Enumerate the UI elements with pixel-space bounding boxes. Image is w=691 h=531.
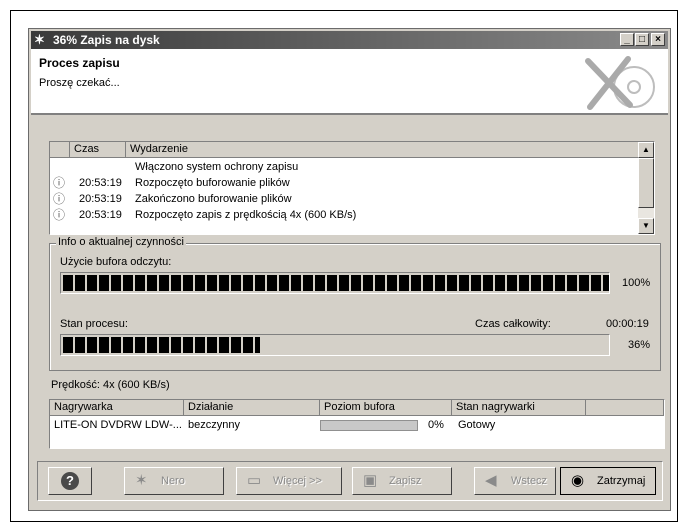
window-title: 36% Zapis na dysk: [53, 33, 160, 47]
nero-icon: ✶: [135, 472, 148, 489]
scroll-thumb[interactable]: [638, 158, 654, 208]
stop-button-label: Zatrzymaj: [597, 475, 646, 487]
recorder-buffer-percent: 0%: [428, 419, 444, 431]
log-time: 20:53:19: [79, 193, 122, 205]
minimize-button[interactable]: _: [620, 33, 634, 46]
activity-groupbox: Info o aktualnej czynności Użycie bufora…: [49, 236, 661, 371]
nero-app-icon: ✶: [34, 32, 45, 47]
log-event: Rozpoczęto zapis z prędkością 4x (600 KB…: [135, 209, 357, 221]
page-title: Proces zapisu: [39, 56, 120, 70]
back-arrow-icon: ◀: [485, 472, 497, 489]
save-button[interactable]: ▣ Zapisz: [352, 467, 452, 495]
buffer-usage-progressbar: [60, 272, 610, 294]
column-recorder-status[interactable]: Stan nagrywarki: [452, 400, 586, 416]
floppy-disk-icon: ▣: [363, 472, 378, 489]
process-fill: [63, 337, 260, 353]
more-button[interactable]: ▭ Więcej >>: [236, 467, 342, 495]
recorder-action: bezczynny: [188, 419, 240, 431]
column-recorder[interactable]: Nagrywarka: [50, 400, 184, 416]
log-time: 20:53:19: [79, 209, 122, 221]
log-time: 20:53:19: [79, 177, 122, 189]
title-bar[interactable]: ✶ 36% Zapis na dysk _ □ ×: [31, 31, 668, 49]
question-icon: ?: [61, 472, 79, 490]
burn-progress-window: ✶ 36% Zapis na dysk _ □ × Proces zapisu …: [28, 28, 671, 511]
nero-button-label: Nero: [161, 475, 185, 487]
buffer-usage-fill: [63, 275, 609, 291]
buffer-usage-percent: 100%: [622, 277, 651, 289]
process-status-label: Stan procesu:: [60, 318, 128, 330]
more-button-label: Więcej >>: [273, 475, 322, 487]
stop-icon: ◉: [571, 472, 585, 489]
process-progressbar: [60, 334, 610, 356]
scroll-down-icon[interactable]: ▼: [638, 218, 654, 234]
save-button-label: Zapisz: [389, 475, 422, 487]
button-bar: ? ✶ Nero ▭ Więcej >> ▣ Zapisz ◀ Wstecz ◉…: [37, 461, 663, 501]
close-button[interactable]: ×: [651, 33, 665, 46]
activity-legend: Info o aktualnej czynności: [56, 236, 186, 248]
recorder-name: LITE-ON DVDRW LDW-...: [54, 419, 182, 431]
process-percent: 36%: [628, 339, 651, 351]
maximize-button[interactable]: □: [635, 33, 649, 46]
nero-button[interactable]: ✶ Nero: [124, 467, 224, 495]
info-icon: ⓘ: [53, 208, 66, 222]
column-empty[interactable]: [586, 400, 664, 416]
event-log-header: Czas Wydarzenie: [50, 142, 640, 158]
total-time-value: 00:00:19: [606, 318, 649, 330]
stop-button[interactable]: ◉ Zatrzymaj: [560, 467, 656, 495]
nero-logo-icon: [585, 56, 655, 110]
recorder-buffer-bar: [320, 420, 418, 431]
back-button[interactable]: ◀ Wstecz: [474, 467, 556, 495]
info-icon: ⓘ: [53, 192, 66, 206]
log-event: Rozpoczęto buforowanie plików: [135, 177, 290, 189]
monitor-icon: ▭: [247, 472, 262, 489]
log-scrollbar[interactable]: ▲ ▼: [638, 142, 654, 234]
column-time[interactable]: Czas: [70, 142, 126, 158]
log-event: Zakończono buforowanie plików: [135, 193, 292, 205]
page-subtitle: Proszę czekać...: [39, 77, 120, 89]
column-icon[interactable]: [50, 142, 70, 158]
log-event: Włączono system ochrony zapisu: [135, 161, 299, 173]
wizard-header: Proces zapisu Proszę czekać...: [31, 49, 668, 115]
recorder-row[interactable]: LITE-ON DVDRW LDW-... bezczynny 0% Gotow…: [50, 417, 664, 433]
buffer-usage-label: Użycie bufora odczytu:: [60, 256, 172, 268]
total-time-label: Czas całkowity:: [475, 318, 551, 330]
recorder-list[interactable]: Nagrywarka Działanie Poziom bufora Stan …: [49, 399, 665, 449]
column-action[interactable]: Działanie: [184, 400, 320, 416]
recorder-list-header: Nagrywarka Działanie Poziom bufora Stan …: [50, 400, 664, 416]
column-buffer-level[interactable]: Poziom bufora: [320, 400, 452, 416]
event-log-list[interactable]: Czas Wydarzenie Włączono system ochrony …: [49, 141, 655, 235]
recorder-status: Gotowy: [458, 419, 496, 431]
scroll-up-icon[interactable]: ▲: [638, 142, 654, 158]
info-icon: ⓘ: [53, 176, 66, 190]
write-speed-label: Prędkość: 4x (600 KB/s): [51, 379, 170, 391]
help-button[interactable]: ?: [48, 467, 92, 495]
column-event[interactable]: Wydarzenie: [126, 142, 640, 158]
back-button-label: Wstecz: [511, 475, 548, 487]
